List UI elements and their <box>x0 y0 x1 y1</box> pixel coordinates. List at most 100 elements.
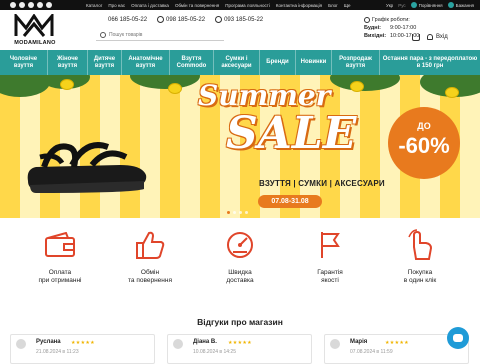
carousel-dot[interactable] <box>245 211 248 214</box>
decor-lemon <box>168 83 182 94</box>
compare-link[interactable]: Порівняння <box>410 2 443 8</box>
schedule-weekdays-hours: 9:00-17:00 <box>390 25 417 31</box>
flag-icon <box>312 228 348 262</box>
feature-payment-label-2: при отриманні <box>38 277 82 284</box>
features-row: Оплата при отриманні Обмін та повернення Ш… <box>0 228 480 298</box>
user-icon <box>427 34 433 40</box>
feature-quality[interactable]: Гарантія якості <box>290 228 370 298</box>
nav-item-women[interactable]: Жіноче взуття <box>48 50 88 75</box>
telegram-icon[interactable] <box>37 2 43 8</box>
viber-icon <box>157 16 165 23</box>
carousel-dot[interactable] <box>233 211 236 214</box>
review-date: 21.08.2024 в 11:23 <box>36 349 79 355</box>
feature-returns[interactable]: Обмін та повернення <box>110 228 190 298</box>
compare-icon <box>410 2 417 8</box>
wishlist-label: Бажання <box>455 2 474 8</box>
schedule-weekdays-label: Будні: <box>364 25 381 31</box>
decor-leaf <box>130 75 200 89</box>
top-link-about[interactable]: Про нас <box>108 3 125 8</box>
telegram-icon <box>215 16 223 23</box>
banner-subtitle: ВЗУТТЯ | СУМКИ | АКСЕСУАРИ <box>259 179 385 188</box>
search-input[interactable] <box>109 32 209 38</box>
avatar <box>16 339 26 349</box>
carousel-dot[interactable] <box>227 211 230 214</box>
review-date: 07.08.2024 в 11:59 <box>350 349 393 355</box>
logo-text: MODAMILANO <box>14 40 56 46</box>
top-link-returns[interactable]: Обмін та повернення <box>175 3 219 8</box>
feature-quality-label-1: Гарантія <box>317 269 343 276</box>
reviews-title: Відгуки про магазин <box>197 317 283 327</box>
main-nav: Чоловіче взуття Жіноче взуття Дитяче взу… <box>0 50 480 75</box>
nav-item-anatomical[interactable]: Анатомічне взуття <box>122 50 170 75</box>
nav-item-commodo[interactable]: Взуття Commodo <box>170 50 214 75</box>
top-bar-right: Укр Рус Порівняння Бажання <box>386 0 474 10</box>
chat-button[interactable] <box>447 327 469 349</box>
speedometer-icon <box>222 228 258 262</box>
youtube-icon[interactable] <box>28 2 34 8</box>
top-link-loyalty[interactable]: Програма лояльності <box>225 3 270 8</box>
phone-1[interactable]: 066 185-05-22 <box>108 16 147 23</box>
clock-icon <box>364 17 370 23</box>
avatar <box>330 339 340 349</box>
language-ukr[interactable]: Укр <box>386 3 393 8</box>
chat-bubble-icon <box>453 334 463 342</box>
feature-delivery[interactable]: Швидка доставка <box>200 228 280 298</box>
language-rus[interactable]: Рус <box>398 3 405 8</box>
pointer-hand-icon <box>402 228 438 262</box>
feature-returns-label-1: Обмін <box>140 269 160 276</box>
feature-delivery-label-1: Швидка <box>228 269 252 276</box>
top-link-more[interactable]: Ще <box>344 3 351 8</box>
social-links <box>10 2 52 8</box>
top-link-catalog[interactable]: Каталог <box>86 3 102 8</box>
heart-icon <box>447 2 454 8</box>
decor-lemon <box>445 87 459 98</box>
instagram-icon[interactable] <box>19 2 25 8</box>
decor-lemon <box>350 81 364 92</box>
wallet-icon <box>42 228 78 262</box>
cart-icon[interactable] <box>412 34 420 41</box>
feature-payment[interactable]: Оплата при отриманні <box>20 228 100 298</box>
nav-item-brands[interactable]: Бренди <box>260 50 296 75</box>
phone-3[interactable]: 093 185-05-22 <box>215 16 263 23</box>
review-stars: ★★★★★ <box>71 340 95 346</box>
avatar <box>173 339 183 349</box>
tiktok-icon[interactable] <box>46 2 52 8</box>
top-bar: Каталог Про нас Оплата і доставка Обмін … <box>0 0 480 10</box>
review-date: 10.08.2024 в 14:25 <box>193 349 236 355</box>
login-button[interactable]: Вхід <box>427 34 448 40</box>
nav-item-new[interactable]: Новинки <box>296 50 332 75</box>
search-icon[interactable] <box>100 32 106 38</box>
site-header: MODAMILANO 066 185-05-22 098 185-05-22 0… <box>0 10 480 50</box>
logo[interactable]: MODAMILANO <box>10 14 60 47</box>
nav-item-men[interactable]: Чоловіче взуття <box>0 50 48 75</box>
top-link-blog[interactable]: Блог <box>328 3 338 8</box>
review-stars: ★★★★★ <box>385 340 409 346</box>
nav-item-bags[interactable]: Сумки і аксесуари <box>214 50 260 75</box>
review-stars: ★★★★★ <box>228 340 252 346</box>
nav-item-sale[interactable]: Розпродаж взуття <box>332 50 380 75</box>
top-link-contacts[interactable]: Контактна інформація <box>276 3 322 8</box>
review-author: Марія <box>350 339 368 345</box>
facebook-icon[interactable] <box>10 2 16 8</box>
carousel-dot[interactable] <box>239 211 242 214</box>
schedule-title: Графік роботи: <box>372 17 410 23</box>
feature-one-click[interactable]: Покупка в один клік <box>380 228 460 298</box>
top-link-payment[interactable]: Оплата і доставка <box>131 3 169 8</box>
discount-value: -60% <box>398 133 450 158</box>
login-label: Вхід <box>436 34 448 40</box>
nav-item-last-pair[interactable]: Остання пара - з передоплатою в 150 грн <box>380 50 480 75</box>
top-links: Каталог Про нас Оплата і доставка Обмін … <box>86 3 351 8</box>
feature-returns-label-2: та повернення <box>128 277 172 284</box>
phone-2[interactable]: 098 185-05-22 <box>157 16 205 23</box>
nav-item-kids[interactable]: Дитяче взуття <box>88 50 122 75</box>
logo-mark-icon <box>14 14 54 37</box>
wishlist-link[interactable]: Бажання <box>447 2 474 8</box>
decor-lemon <box>60 79 74 90</box>
discount-prefix: ДО <box>417 121 431 131</box>
compare-label: Порівняння <box>418 2 443 8</box>
feature-one-click-label-1: Покупка <box>407 269 433 276</box>
phone-list: 066 185-05-22 098 185-05-22 093 185-05-2… <box>108 16 263 23</box>
promo-banner[interactable]: Summer SALE ВЗУТТЯ | СУМКИ | АКСЕСУАРИ 0… <box>0 75 480 218</box>
discount-badge: ДО -60% <box>388 107 460 179</box>
feature-payment-label-1: Оплата <box>48 269 72 276</box>
